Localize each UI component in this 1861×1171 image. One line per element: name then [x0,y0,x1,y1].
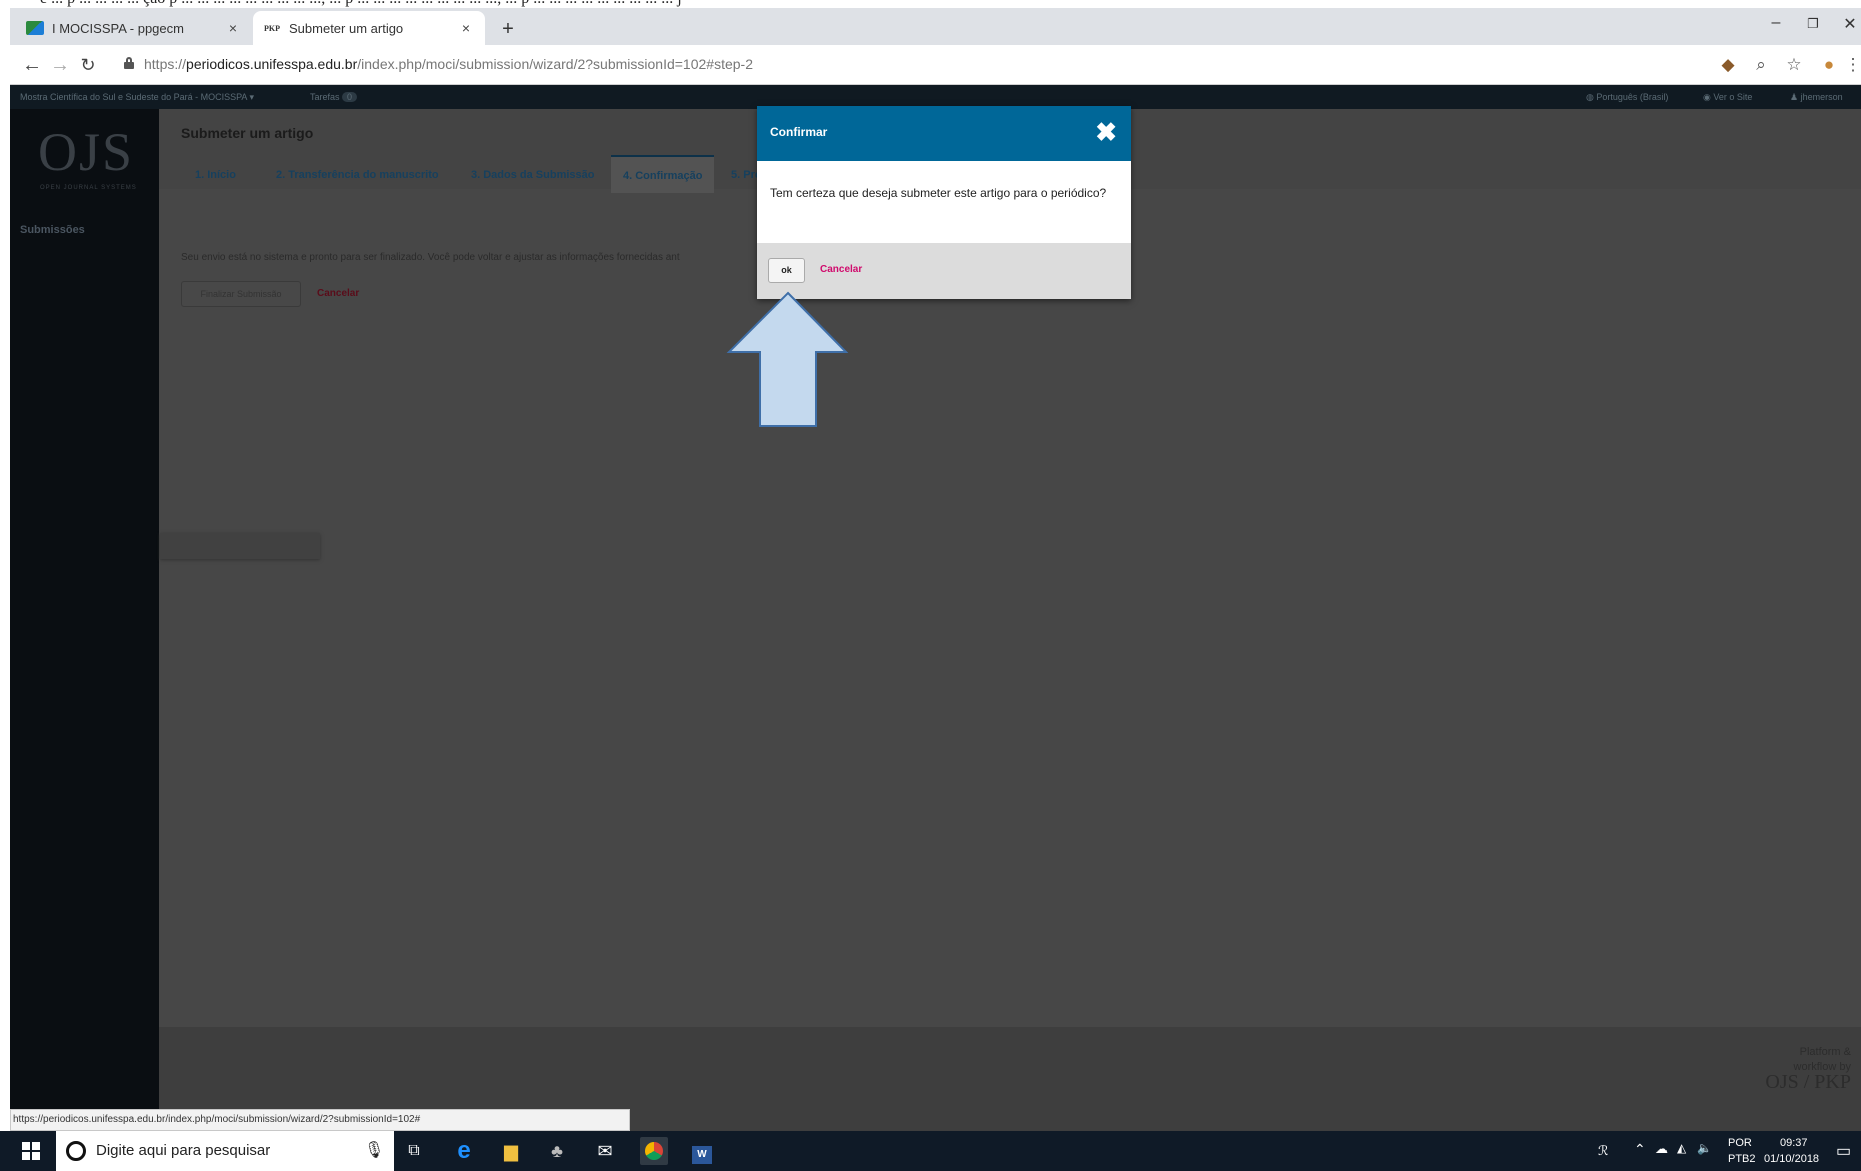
browser-window: I MOCISSPA - ppgecm × PKP Submeter um ar… [10,8,1861,1131]
new-tab-button[interactable]: + [496,17,520,41]
tab-close-icon[interactable]: × [457,20,475,36]
tab-mocisspa[interactable]: I MOCISSPA - ppgecm × [16,11,252,45]
view-site-link[interactable]: ◉ Ver o Site [1703,92,1752,103]
finalize-message: Seu envio está no sistema e pronto para … [181,252,680,263]
word-icon[interactable]: W [688,1137,716,1165]
restore-button[interactable]: ❐ [1798,16,1828,32]
address-bar[interactable]: https://periodicos.unifesspa.edu.br/inde… [144,56,753,72]
document-text-fragment: e ... p ... ... ... ... ção p ... ... ..… [0,0,1861,8]
forward-arrow-icon[interactable]: → [48,53,72,77]
cancel-link[interactable]: Cancelar [317,288,359,299]
tab-submeter-artigo[interactable]: PKP Submeter um artigo × [253,11,485,45]
back-arrow-icon[interactable]: ← [20,53,44,77]
tab-step-4[interactable]: 4. Confirmação [611,155,715,193]
keyboard-layout[interactable]: PTB2 [1728,1153,1756,1165]
sidebar-item-submissions[interactable]: Submissões [20,224,85,236]
tasks-link[interactable]: Tarefas 0 [310,92,358,102]
tab-step-1[interactable]: 1. Início [195,169,236,181]
minimize-button[interactable]: – [1761,14,1791,32]
menu-dots-icon[interactable]: ⋮ [1842,54,1861,76]
edge-icon[interactable]: e [450,1137,478,1165]
task-view-icon[interactable]: ⧉ [400,1137,428,1165]
confirm-dialog: Confirmar ✖ Tem certeza que deseja subme… [757,106,1131,299]
microphone-icon[interactable]: 🎙 [364,1140,384,1160]
ojs-logo[interactable]: OJS [38,121,134,183]
ojs-logo-subtitle: OPEN JOURNAL SYSTEMS [40,185,137,191]
tab-strip: I MOCISSPA - ppgecm × PKP Submeter um ar… [10,8,1861,45]
user-menu[interactable]: ♟ jhemerson [1790,92,1843,103]
windows-start-icon[interactable] [22,1142,40,1160]
onedrive-icon[interactable]: ☁ [1655,1141,1668,1157]
windows-taskbar: Digite aqui para pesquisar 🎙 ⧉ e ▆ ♣ ✉ W… [0,1131,1861,1171]
url-path: /index.php/moci/submission/wizard/2?subm… [357,56,753,72]
pkp-favicon-icon: PKP [263,21,281,35]
blocked-content-icon[interactable]: ◆ [1717,54,1739,76]
status-bar-url: https://periodicos.unifesspa.edu.br/inde… [10,1109,630,1131]
file-explorer-icon[interactable]: ▆ [497,1137,525,1165]
tab-step-2[interactable]: 2. Transferência do manuscrito [276,169,439,181]
zoom-icon[interactable]: ⌕ [1750,54,1772,76]
dialog-message: Tem certeza que deseja submeter este art… [770,186,1107,200]
url-host: periodicos.unifesspa.edu.br [186,56,358,72]
taskbar-search-box[interactable]: Digite aqui para pesquisar 🎙 [56,1131,394,1171]
people-icon[interactable]: ℛ [1598,1143,1608,1159]
mail-icon[interactable]: ✉ [591,1137,619,1165]
footer-logo-text: OJS / PKP [1765,1071,1851,1093]
cortana-icon [66,1141,86,1161]
ojs-pkp-footer-logo[interactable]: Platform & workflow by OJS / PKP [1765,1045,1851,1093]
page-title: Submeter um artigo [181,125,314,141]
site-favicon-icon [26,21,44,35]
finalize-submission-button[interactable]: Finalizar Submissão [181,281,301,307]
input-language[interactable]: POR [1728,1137,1752,1149]
tray-expand-icon[interactable]: ⌃ [1634,1141,1646,1158]
dialog-cancel-link[interactable]: Cancelar [820,264,862,275]
dialog-title: Confirmar [770,125,828,139]
tasks-count-badge: 0 [342,92,358,102]
url-scheme: https:// [144,56,187,72]
clock-time[interactable]: 09:37 [1780,1137,1808,1149]
tasks-label: Tarefas [310,92,340,102]
sidebar: OJS OPEN JOURNAL SYSTEMS Submissões [10,109,159,1131]
reload-icon[interactable]: ↻ [76,53,100,77]
profile-avatar-icon[interactable]: ● [1818,54,1840,76]
ok-button[interactable]: ok [768,258,805,283]
network-app-icon[interactable]: ♣ [543,1137,571,1165]
footer-platform-line: Platform & [1799,1046,1851,1058]
up-arrow-annotation-icon [726,291,849,427]
clock-date[interactable]: 01/10/2018 [1764,1153,1819,1165]
volume-icon[interactable]: 🔈 [1697,1141,1712,1155]
language-link[interactable]: ◍ Português (Brasil) [1586,92,1668,103]
close-icon[interactable]: ✖ [1095,118,1117,146]
hidden-panel [160,533,320,559]
lock-icon[interactable] [124,57,134,69]
dialog-header: Confirmar ✖ [757,106,1131,161]
chrome-icon[interactable] [640,1137,668,1165]
tab-step-3[interactable]: 3. Dados da Submissão [471,169,594,181]
notifications-icon[interactable]: ▭ [1836,1141,1851,1161]
browser-toolbar: ← → ↻ https://periodicos.unifesspa.edu.b… [10,45,1861,85]
journal-context-menu[interactable]: Mostra Científica do Sul e Sudeste do Pa… [20,92,254,103]
tab-label: I MOCISSPA - ppgecm [52,20,184,36]
wifi-icon[interactable]: ◭ [1677,1141,1686,1155]
tab-close-icon[interactable]: × [224,20,242,36]
bookmark-star-icon[interactable]: ☆ [1783,54,1805,76]
taskbar-search-placeholder: Digite aqui para pesquisar [96,1142,271,1159]
tab-label: Submeter um artigo [289,20,404,36]
close-window-button[interactable]: ✕ [1835,14,1861,34]
